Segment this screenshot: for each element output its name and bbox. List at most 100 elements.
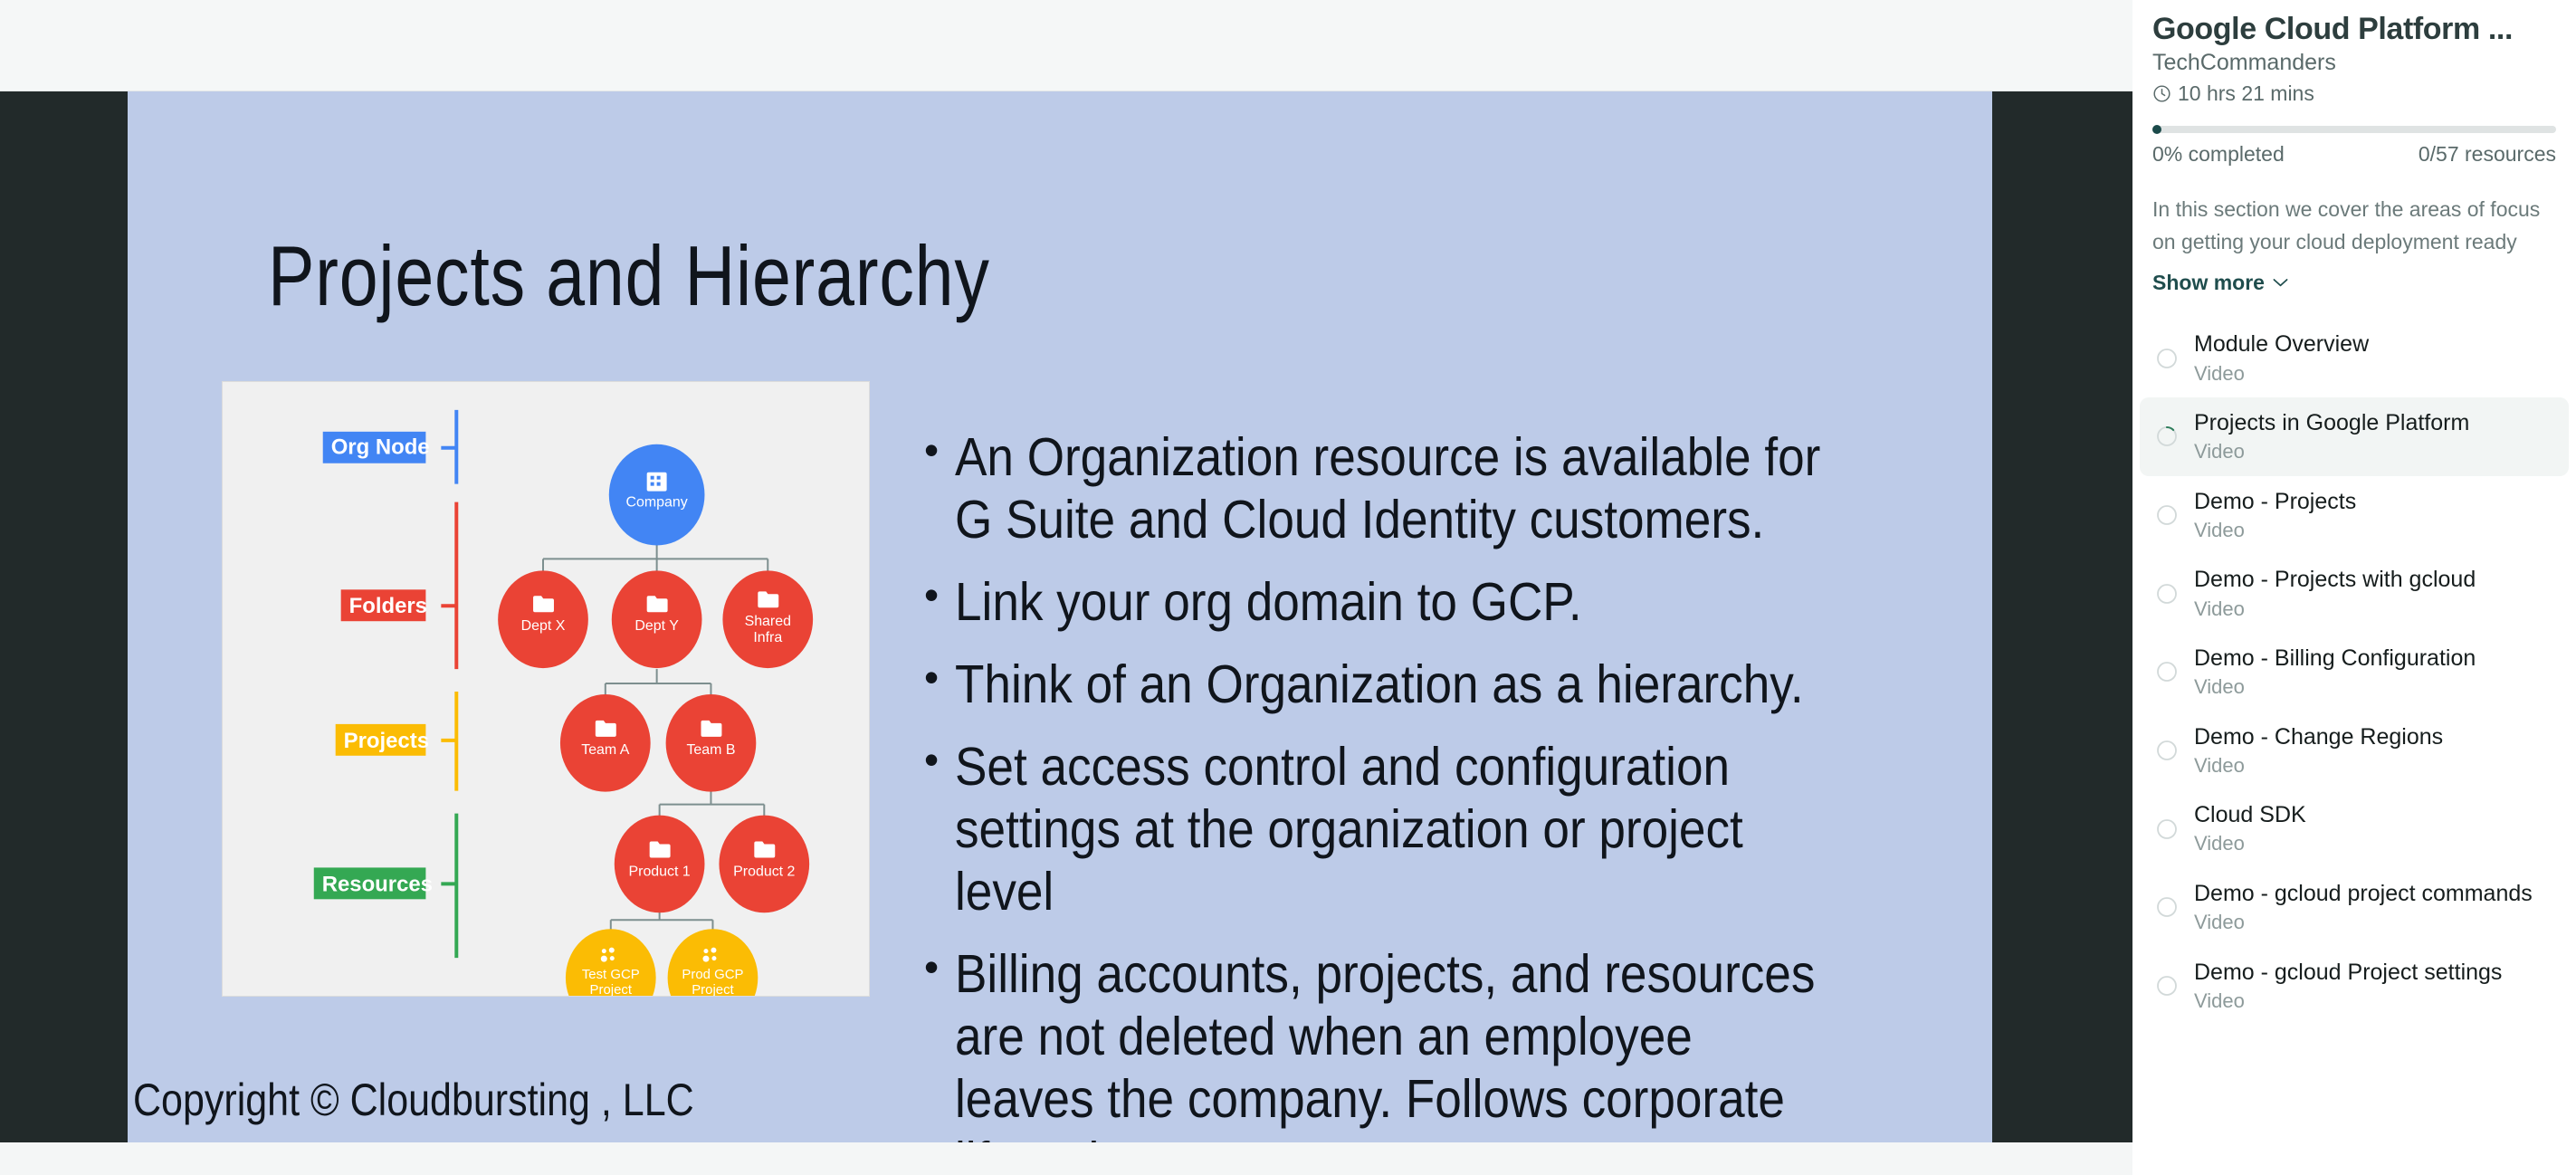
legend-folders: Folders xyxy=(340,502,459,670)
progress-knob xyxy=(2152,125,2161,135)
course-duration: 10 hrs 21 mins xyxy=(2152,81,2556,106)
svg-text:Resources: Resources xyxy=(322,872,433,896)
svg-text:Shared: Shared xyxy=(745,614,791,629)
node-dept-x: Dept X xyxy=(498,570,588,669)
course-author: TechCommanders xyxy=(2152,50,2336,76)
circle-empty-icon xyxy=(2157,740,2177,760)
player-toolbar xyxy=(0,0,2132,91)
lesson-title: Demo - Billing Configuration xyxy=(2194,645,2476,671)
lesson-title: Cloud SDK xyxy=(2194,802,2306,828)
course-sidebar: ‹ › Google Cloud Platform ... TechComman… xyxy=(2132,0,2576,1175)
lesson-item-module-overview[interactable]: Module Overview Video xyxy=(2140,319,2569,397)
bullet-item: • Set access control and configuration s… xyxy=(924,736,1929,923)
bullet-marker: • xyxy=(924,654,940,702)
circle-empty-icon xyxy=(2157,662,2177,683)
bullet-marker: • xyxy=(924,426,940,473)
circle-empty-icon xyxy=(2157,505,2177,525)
lesson-title: Demo - Projects xyxy=(2194,488,2357,514)
circle-empty-icon xyxy=(2157,348,2177,368)
lesson-item-cloud-sdk[interactable]: Cloud SDK Video xyxy=(2140,789,2569,868)
circle-empty-icon xyxy=(2157,583,2177,604)
bullet-item: • An Organization resource is available … xyxy=(924,426,1929,551)
lesson-list: Module Overview Video Projects in Google… xyxy=(2132,319,2576,1025)
lesson-title: Demo - gcloud Project settings xyxy=(2194,959,2503,985)
lesson-item-demo-gcloud-project-settings[interactable]: Demo - gcloud Project settings Video xyxy=(2140,947,2569,1026)
lesson-type: Video xyxy=(2194,597,2245,620)
bullet-item: • Billing accounts, projects, and resour… xyxy=(924,943,1929,1142)
node-prod-gcp-project: Prod GCP Project xyxy=(667,929,758,996)
svg-text:Prod GCP: Prod GCP xyxy=(682,967,743,982)
svg-text:Folders: Folders xyxy=(349,594,427,618)
lesson-type: Video xyxy=(2194,911,2245,934)
svg-text:Company: Company xyxy=(626,495,688,511)
bullet-marker: • xyxy=(924,736,940,784)
circle-empty-icon xyxy=(2157,897,2177,918)
legend-resources: Resources xyxy=(313,813,459,959)
bullet-text: Think of an Organization as a hierarchy. xyxy=(955,654,1804,715)
progress-track xyxy=(2152,125,2556,135)
svg-text:Product 2: Product 2 xyxy=(733,864,795,879)
lesson-item-demo-projects[interactable]: Demo - Projects Video xyxy=(2140,476,2569,555)
course-progress: 0% completed 0/57 resources xyxy=(2152,125,2556,167)
chevron-down-icon xyxy=(2273,279,2288,287)
svg-text:Org Node: Org Node xyxy=(331,435,430,460)
progress-labels: 0% completed 0/57 resources xyxy=(2152,142,2556,167)
node-shared-infra: Shared Infra xyxy=(722,570,814,669)
video-player[interactable]: Projects and Hierarchy Org Node Folders … xyxy=(0,91,2132,1142)
node-dept-y: Dept Y xyxy=(611,570,702,669)
bullet-text: Billing accounts, projects, and resource… xyxy=(955,944,1816,1142)
slide-title: Projects and Hierarchy xyxy=(268,228,990,323)
svg-text:Project: Project xyxy=(590,982,633,996)
progress-percent-label: 0% completed xyxy=(2152,142,2285,167)
svg-text:Team B: Team B xyxy=(686,742,735,758)
section-description: In this section we cover the areas of fo… xyxy=(2152,197,2541,253)
node-company: Company xyxy=(608,444,705,546)
legend-projects: Projects xyxy=(335,691,459,791)
lesson-item-demo-projects-with-gcloud[interactable]: Demo - Projects with gcloud Video xyxy=(2140,554,2569,633)
node-team-b: Team B xyxy=(665,693,757,792)
lesson-type: Video xyxy=(2194,832,2245,855)
legend-org-node: Org Node xyxy=(322,409,459,484)
slide-copyright: Copyright © Cloudbursting , LLC xyxy=(133,1075,694,1125)
svg-text:Dept X: Dept X xyxy=(521,618,566,634)
lesson-title: Projects in Google Platform xyxy=(2194,410,2470,436)
lesson-type: Video xyxy=(2194,361,2245,385)
svg-text:Infra: Infra xyxy=(753,630,782,645)
lesson-title: Demo - gcloud project commands xyxy=(2194,880,2533,906)
slide-bullet-list: • An Organization resource is available … xyxy=(924,426,1929,1142)
node-product-2: Product 2 xyxy=(719,815,810,913)
lesson-type: Video xyxy=(2194,753,2245,777)
lesson-type: Video xyxy=(2194,989,2245,1012)
show-more-button[interactable]: Show more xyxy=(2152,271,2288,295)
lesson-item-demo-change-regions[interactable]: Demo - Change Regions Video xyxy=(2140,712,2569,790)
lesson-type: Video xyxy=(2194,440,2245,463)
circle-empty-icon xyxy=(2157,818,2177,839)
lesson-item-demo-billing-configuration[interactable]: Demo - Billing Configuration Video xyxy=(2140,633,2569,712)
bullet-text: An Organization resource is available fo… xyxy=(955,427,1821,550)
node-test-gcp-project: Test GCP Project xyxy=(565,929,656,996)
course-duration-label: 10 hrs 21 mins xyxy=(2178,81,2314,106)
lesson-type: Video xyxy=(2194,675,2245,699)
svg-text:Project: Project xyxy=(692,982,734,996)
node-product-1: Product 1 xyxy=(614,815,705,913)
show-more-label: Show more xyxy=(2152,271,2265,295)
svg-text:Projects: Projects xyxy=(344,729,429,753)
node-team-a: Team A xyxy=(559,693,651,792)
circle-empty-icon xyxy=(2157,975,2177,996)
lesson-item-demo-gcloud-project-commands[interactable]: Demo - gcloud project commands Video xyxy=(2140,868,2569,947)
progress-resources-label: 0/57 resources xyxy=(2418,142,2556,167)
lesson-title: Module Overview xyxy=(2194,331,2370,358)
lesson-title: Demo - Change Regions xyxy=(2194,723,2444,750)
bullet-marker: • xyxy=(924,571,940,619)
svg-text:Team A: Team A xyxy=(581,742,630,758)
bullet-text: Link your org domain to GCP. xyxy=(955,572,1582,633)
lesson-item-projects-in-google-platform[interactable]: Projects in Google Platform Video xyxy=(2140,397,2569,476)
lesson-title: Demo - Projects with gcloud xyxy=(2194,567,2476,593)
collapse-panel-icon[interactable]: ‹ › xyxy=(2132,556,2134,701)
svg-text:Product 1: Product 1 xyxy=(629,864,691,879)
sidebar-header: Google Cloud Platform ... TechCommanders… xyxy=(2132,0,2576,106)
lesson-type: Video xyxy=(2194,518,2245,541)
circle-progress-icon xyxy=(2157,426,2177,447)
svg-text:Dept Y: Dept Y xyxy=(634,618,679,634)
bullet-item: • Think of an Organization as a hierarch… xyxy=(924,654,1929,716)
